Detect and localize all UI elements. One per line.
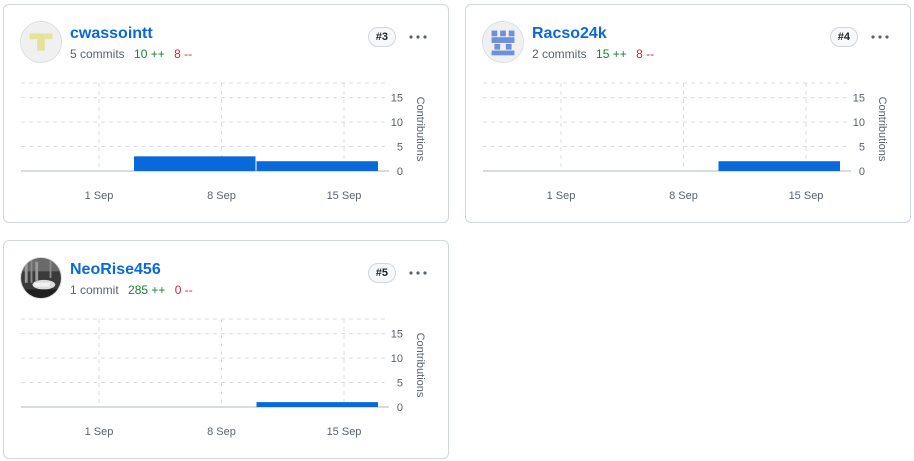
x-tick-label: 15 Sep: [327, 190, 362, 202]
contribution-bar[interactable]: [134, 156, 256, 171]
contributor-card: NeoRise456 1 commit 285 ++ 0 -- #5 1 Sep…: [3, 240, 449, 459]
chart-plot-area: [21, 318, 389, 408]
y-tick-label: 15: [853, 93, 865, 105]
y-tick-label: 5: [859, 142, 865, 154]
x-tick-label: 1 Sep: [85, 190, 114, 202]
y-tick-label: 10: [391, 117, 403, 129]
contributor-card: Racso24k 2 commits 15 ++ 8 -- #4 1 Sep 8 …: [465, 4, 911, 223]
y-tick-label: 10: [391, 353, 403, 365]
y-axis-title: Contributions: [876, 97, 888, 162]
y-tick-label: 5: [397, 142, 403, 154]
contributor-card: cwassointt 5 commits 10 ++ 8 -- #3 1 Sep…: [3, 4, 449, 223]
y-tick-label: 15: [391, 93, 403, 105]
y-tick-label: 10: [853, 117, 865, 129]
y-tick-label: 0: [859, 166, 865, 178]
y-tick-label: 5: [397, 378, 403, 390]
y-axis-title: Contributions: [414, 97, 426, 162]
contribution-chart: 1 Sep 8 Sep 15 Sep 0 5 10 15 Contributions: [21, 82, 426, 202]
contribution-chart: 1 Sep 8 Sep 15 Sep 0 5 10 15 Contributions: [483, 82, 888, 202]
x-tick-label: 8 Sep: [207, 190, 236, 202]
x-tick-label: 1 Sep: [85, 426, 114, 438]
contribution-chart: 1 Sep 8 Sep 15 Sep 0 5 10 15 Contributions: [21, 318, 426, 438]
x-tick-label: 8 Sep: [669, 190, 698, 202]
contribution-bar[interactable]: [256, 161, 379, 171]
contribution-bar[interactable]: [256, 402, 379, 407]
x-tick-label: 15 Sep: [327, 426, 362, 438]
contribution-bar[interactable]: [718, 161, 841, 171]
y-axis-title: Contributions: [414, 333, 426, 398]
y-tick-label: 0: [397, 402, 403, 414]
chart-plot-area: [483, 82, 851, 172]
y-tick-label: 0: [397, 166, 403, 178]
y-tick-label: 15: [391, 329, 403, 341]
x-tick-label: 1 Sep: [547, 190, 576, 202]
x-tick-label: 15 Sep: [789, 190, 824, 202]
x-tick-label: 8 Sep: [207, 426, 236, 438]
chart-plot-area: [21, 82, 389, 172]
